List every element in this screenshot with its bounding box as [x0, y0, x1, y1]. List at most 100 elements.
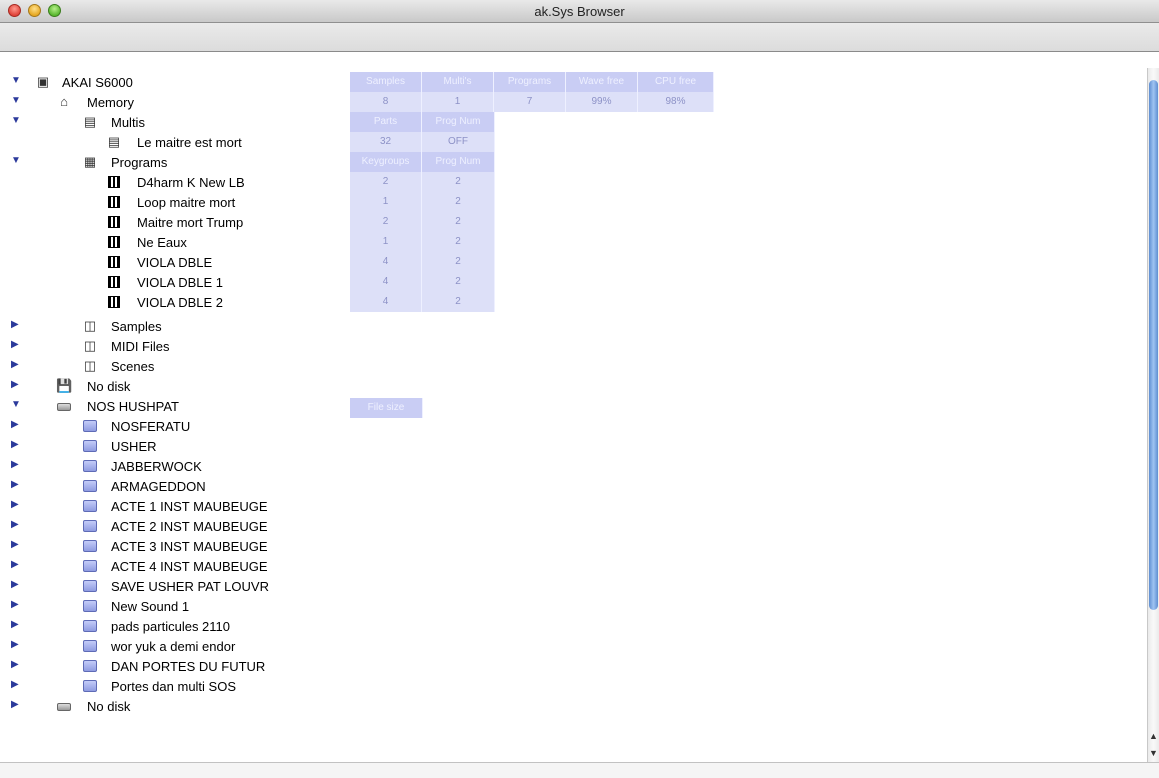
- summary-value-cpu-free: 98%: [638, 92, 714, 112]
- triangle-down-icon[interactable]: ▼: [11, 156, 21, 166]
- triangle-down-icon[interactable]: ▼: [11, 400, 21, 410]
- scenes-icon: ◫: [83, 358, 97, 373]
- tree-row-folder[interactable]: ▶ ACTE 2 INST MAUBEUGE: [0, 516, 340, 536]
- program-icon: [108, 296, 120, 308]
- drive-icon: [57, 403, 71, 411]
- tree-row-folder[interactable]: ▶ DAN PORTES DU FUTUR: [0, 656, 340, 676]
- triangle-right-icon[interactable]: ▶: [11, 640, 21, 650]
- programs-header-keygroups: Keygroups: [350, 152, 422, 172]
- program-label: Loop maitre mort: [137, 195, 236, 210]
- folder-icon: [83, 680, 97, 692]
- tree-row-folder[interactable]: ▶ pads particules 2110: [0, 616, 340, 636]
- folder-label: Portes dan multi SOS: [111, 679, 236, 694]
- tree-row-program[interactable]: Maitre mort Trump: [0, 212, 340, 232]
- triangle-right-icon[interactable]: ▶: [11, 440, 21, 450]
- triangle-right-icon[interactable]: ▶: [11, 680, 21, 690]
- browser-content: ▼ ▣ AKAI S6000 ▼ ⌂ Memory ▼ ▤ Multis ▤ L…: [0, 68, 1148, 762]
- folder-label: SAVE USHER PAT LOUVR: [111, 579, 269, 594]
- triangle-right-icon[interactable]: ▶: [11, 500, 21, 510]
- tree-row-no-disk-2[interactable]: ▶ No disk: [0, 696, 340, 716]
- triangle-right-icon[interactable]: ▶: [11, 360, 21, 370]
- tree-row-folder[interactable]: ▶ Portes dan multi SOS: [0, 676, 340, 696]
- triangle-right-icon[interactable]: ▶: [11, 480, 21, 490]
- program-label: VIOLA DBLE 1: [137, 275, 223, 290]
- tree-row-folder[interactable]: ▶ USHER: [0, 436, 340, 456]
- triangle-right-icon[interactable]: ▶: [11, 540, 21, 550]
- scroll-up-arrow-icon[interactable]: ▲: [1148, 728, 1159, 745]
- scroll-down-arrow-icon[interactable]: ▼: [1148, 745, 1159, 762]
- summary-header-wave-free: Wave free: [566, 72, 638, 92]
- triangle-right-icon[interactable]: ▶: [11, 560, 21, 570]
- triangle-right-icon[interactable]: ▶: [11, 340, 21, 350]
- triangle-right-icon[interactable]: ▶: [11, 420, 21, 430]
- tree-row-samples[interactable]: ▶ ◫ Samples: [0, 316, 340, 336]
- triangle-down-icon[interactable]: ▼: [11, 116, 21, 126]
- triangle-right-icon[interactable]: ▶: [11, 380, 21, 390]
- tree-label-multi-item: Le maitre est mort: [137, 135, 242, 150]
- multi-item-icon: ▤: [107, 134, 121, 149]
- scroll-arrows[interactable]: ▲ ▼: [1148, 728, 1159, 762]
- tree-row-akai-s6000[interactable]: ▼ ▣ AKAI S6000: [0, 72, 340, 92]
- program-label: D4harm K New LB: [137, 175, 245, 190]
- tree-label-programs: Programs: [111, 155, 168, 170]
- tree-row-multis[interactable]: ▼ ▤ Multis: [0, 112, 340, 132]
- tree-row-program[interactable]: VIOLA DBLE 2: [0, 292, 340, 312]
- tree-row-folder[interactable]: ▶ ACTE 1 INST MAUBEUGE: [0, 496, 340, 516]
- tree-row-folder[interactable]: ▶ ACTE 3 INST MAUBEUGE: [0, 536, 340, 556]
- triangle-right-icon[interactable]: ▶: [11, 580, 21, 590]
- tree-row-programs[interactable]: ▼ ▦ Programs: [0, 152, 340, 172]
- program-icon: [108, 236, 120, 248]
- tree-row-program[interactable]: Ne Eaux: [0, 232, 340, 252]
- folder-label: NOSFERATU: [111, 419, 191, 434]
- tree-row-program[interactable]: D4harm K New LB: [0, 172, 340, 192]
- tree-row-program[interactable]: VIOLA DBLE 1: [0, 272, 340, 292]
- tree-row-no-disk-1[interactable]: ▶ 💾 No disk: [0, 376, 340, 396]
- multis-header-prog-num: Prog Num: [422, 112, 495, 132]
- tree-label-multis: Multis: [111, 115, 145, 130]
- program-keygroups: 2: [350, 212, 422, 232]
- tree-row-folder[interactable]: ▶ NOSFERATU: [0, 416, 340, 436]
- tree-row-folder[interactable]: ▶ wor yuk a demi endor: [0, 636, 340, 656]
- tree-row-multi-item[interactable]: ▤ Le maitre est mort: [0, 132, 340, 152]
- program-label: VIOLA DBLE: [137, 255, 213, 270]
- triangle-right-icon[interactable]: ▶: [11, 700, 21, 710]
- triangle-right-icon[interactable]: ▶: [11, 320, 21, 330]
- tree-row-program[interactable]: Loop maitre mort: [0, 192, 340, 212]
- tree-row-folder[interactable]: ▶ ARMAGEDDON: [0, 476, 340, 496]
- program-label: Ne Eaux: [137, 235, 187, 250]
- triangle-right-icon[interactable]: ▶: [11, 600, 21, 610]
- folder-label: ACTE 4 INST MAUBEUGE: [111, 559, 268, 574]
- tree-row-folder[interactable]: ▶ SAVE USHER PAT LOUVR: [0, 576, 340, 596]
- program-icon: [108, 196, 120, 208]
- tree-label-midi-files: MIDI Files: [111, 339, 170, 354]
- summary-header-cpu-free: CPU free: [638, 72, 714, 92]
- summary-header-samples: Samples: [350, 72, 422, 92]
- scrollbar-thumb[interactable]: [1149, 80, 1158, 610]
- memory-icon: ⌂: [60, 94, 68, 109]
- tree-row-folder[interactable]: ▶ ACTE 4 INST MAUBEUGE: [0, 556, 340, 576]
- triangle-right-icon[interactable]: ▶: [11, 660, 21, 670]
- tree-row-scenes[interactable]: ▶ ◫ Scenes: [0, 356, 340, 376]
- triangle-right-icon[interactable]: ▶: [11, 520, 21, 530]
- tree-row-midi-files[interactable]: ▶ ◫ MIDI Files: [0, 336, 340, 356]
- tree-row-nos-hushpat[interactable]: ▼ NOS HUSHPAT: [0, 396, 340, 416]
- tree-label-samples: Samples: [111, 319, 162, 334]
- triangle-right-icon[interactable]: ▶: [11, 460, 21, 470]
- program-icon: [108, 216, 120, 228]
- tree-row-program[interactable]: VIOLA DBLE: [0, 252, 340, 272]
- tree-row-folder[interactable]: ▶ New Sound 1: [0, 596, 340, 616]
- program-prog-num: 2: [422, 212, 495, 232]
- folder-label: New Sound 1: [111, 599, 190, 614]
- triangle-down-icon[interactable]: ▼: [11, 76, 21, 86]
- triangle-right-icon[interactable]: ▶: [11, 620, 21, 630]
- multis-header-parts: Parts: [350, 112, 422, 132]
- folder-label: ACTE 3 INST MAUBEUGE: [111, 539, 268, 554]
- multis-icon: ▤: [83, 114, 97, 129]
- summary-value-multis: 1: [422, 92, 494, 112]
- tree-row-memory[interactable]: ▼ ⌂ Memory: [0, 92, 340, 112]
- vertical-scrollbar[interactable]: ▲ ▼: [1147, 68, 1159, 762]
- folder-icon: [83, 580, 97, 592]
- triangle-down-icon[interactable]: ▼: [11, 96, 21, 106]
- tree-row-folder[interactable]: ▶ JABBERWOCK: [0, 456, 340, 476]
- tree-label-memory: Memory: [87, 95, 134, 110]
